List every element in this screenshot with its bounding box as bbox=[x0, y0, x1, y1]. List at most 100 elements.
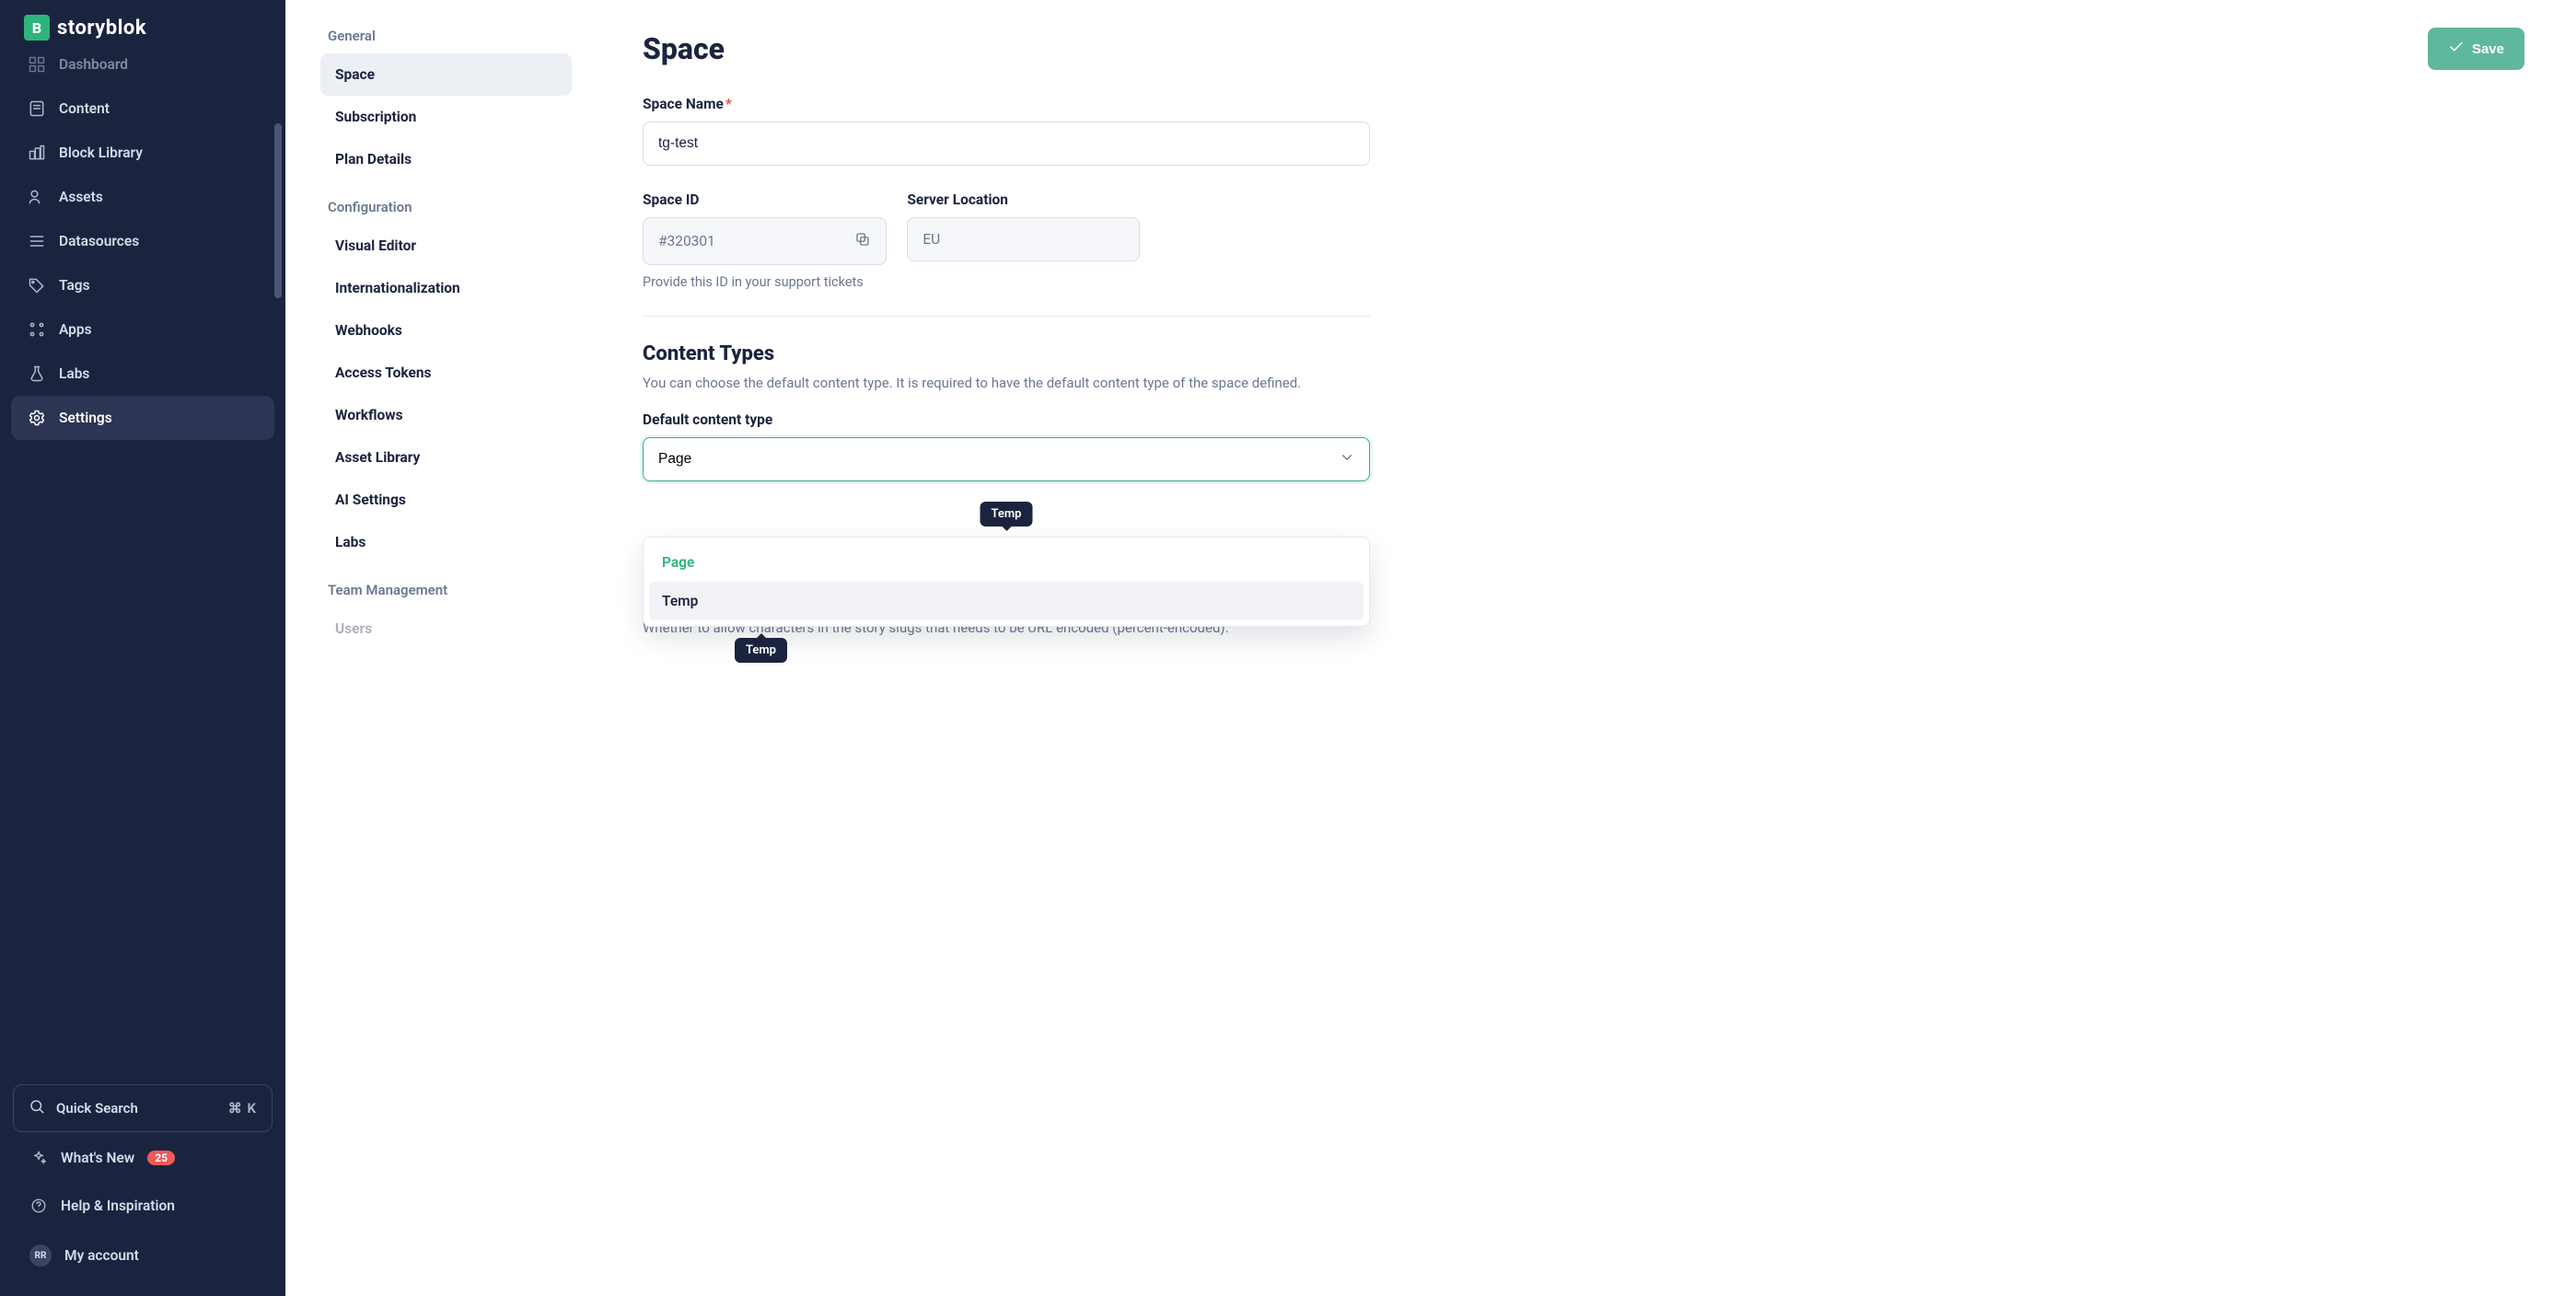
space-name-label: Space Name* bbox=[643, 96, 1370, 112]
search-icon bbox=[29, 1098, 45, 1118]
dashboard-icon bbox=[28, 55, 46, 74]
sidebar-item-content[interactable]: Content bbox=[11, 87, 274, 131]
dropdown-option-temp[interactable]: Temp bbox=[649, 582, 1363, 620]
subnav-group-label: General bbox=[320, 24, 572, 53]
subnav-group-label: Team Management bbox=[320, 563, 572, 608]
space-name-input[interactable] bbox=[643, 122, 1370, 166]
quick-search-shortcut: ⌘ K bbox=[228, 1100, 257, 1117]
server-location-label: Server Location bbox=[907, 191, 1140, 208]
tooltip-temp-top: Temp bbox=[981, 502, 1033, 526]
subnav-item-internationalization[interactable]: Internationalization bbox=[320, 267, 572, 309]
field-server-location: Server Location EU bbox=[907, 191, 1140, 290]
sidebar-item-label: Apps bbox=[59, 321, 92, 338]
datasources-icon bbox=[28, 232, 46, 250]
main-panel: Space Save Space Name* Space ID #320301 … bbox=[598, 0, 2576, 1296]
settings-icon bbox=[28, 409, 46, 427]
tags-icon bbox=[28, 276, 46, 295]
sidebar-item-label: Content bbox=[59, 100, 110, 117]
blocks-icon bbox=[28, 144, 46, 162]
primary-sidebar: B storyblok Dashboard Content bbox=[0, 0, 285, 1296]
whats-new-label: What's New bbox=[61, 1150, 134, 1166]
default-content-type-label: Default content type bbox=[643, 411, 1370, 428]
subnav-item-asset-library[interactable]: Asset Library bbox=[320, 436, 572, 479]
sidebar-item-assets[interactable]: Assets bbox=[11, 175, 274, 219]
space-id-label: Space ID bbox=[643, 191, 887, 208]
subnav-item-webhooks[interactable]: Webhooks bbox=[320, 309, 572, 352]
subnav-item-subscription[interactable]: Subscription bbox=[320, 96, 572, 138]
subnav-group-label: Configuration bbox=[320, 180, 572, 225]
labs-icon bbox=[28, 364, 46, 383]
save-button-label: Save bbox=[2472, 41, 2504, 57]
server-location-text: EU bbox=[922, 231, 940, 248]
default-content-type-combo: Temp Page Temp Temp bbox=[643, 437, 1370, 481]
page-title: Space bbox=[643, 31, 2428, 66]
sidebar-item-tags[interactable]: Tags bbox=[11, 263, 274, 307]
sidebar-scrollbar-thumb[interactable] bbox=[274, 123, 282, 298]
subnav-item-access-tokens[interactable]: Access Tokens bbox=[320, 352, 572, 394]
sidebar-item-label: Block Library bbox=[59, 145, 143, 161]
content-types-title: Content Types bbox=[643, 342, 2524, 365]
subnav-item-ai-settings[interactable]: AI Settings bbox=[320, 479, 572, 521]
tooltip-temp-bottom: Temp bbox=[735, 638, 787, 663]
sidebar-item-label: Settings bbox=[59, 410, 112, 426]
logo-mark-icon: B bbox=[24, 15, 50, 40]
whats-new-badge: 25 bbox=[147, 1151, 175, 1165]
space-id-value: #320301 bbox=[643, 217, 887, 265]
copy-icon[interactable] bbox=[854, 231, 871, 251]
sidebar-scrollbar[interactable] bbox=[274, 103, 282, 839]
avatar: RR bbox=[29, 1244, 52, 1267]
server-location-value: EU bbox=[907, 217, 1140, 261]
field-space-name: Space Name* bbox=[643, 96, 1370, 166]
sidebar-item-label: Assets bbox=[59, 189, 103, 205]
sidebar-item-labs[interactable]: Labs bbox=[11, 352, 274, 396]
quick-search[interactable]: Quick Search ⌘ K bbox=[13, 1084, 273, 1132]
subnav-item-users[interactable]: Users bbox=[320, 608, 572, 650]
subnav-item-visual-editor[interactable]: Visual Editor bbox=[320, 225, 572, 267]
my-account-label: My account bbox=[64, 1247, 139, 1264]
space-id-text: #320301 bbox=[658, 233, 715, 249]
logo-type: storyblok bbox=[57, 17, 146, 40]
help-label: Help & Inspiration bbox=[61, 1198, 175, 1214]
row-space-id-location: Space ID #320301 Provide this ID in your… bbox=[643, 191, 1140, 290]
sidebar-bottom: Quick Search ⌘ K What's New 25 Help & In… bbox=[0, 1079, 285, 1296]
sidebar-item-block-library[interactable]: Block Library bbox=[11, 131, 274, 175]
content-types-desc: You can choose the default content type.… bbox=[643, 375, 1370, 391]
subnav-item-plan-details[interactable]: Plan Details bbox=[320, 138, 572, 180]
default-content-type-input[interactable] bbox=[643, 437, 1370, 481]
sidebar-item-label: Tags bbox=[59, 277, 90, 294]
my-account[interactable]: RR My account bbox=[13, 1232, 273, 1279]
sidebar-item-label: Dashboard bbox=[59, 56, 128, 73]
sidebar-item-apps[interactable]: Apps bbox=[11, 307, 274, 352]
space-name-label-text: Space Name bbox=[643, 96, 724, 112]
section-divider bbox=[643, 316, 1370, 317]
required-marker: * bbox=[725, 96, 732, 112]
sidebar-item-label: Datasources bbox=[59, 233, 139, 249]
field-default-content-type: Default content type Temp Page Temp Temp bbox=[643, 411, 1370, 481]
content-icon bbox=[28, 99, 46, 118]
assets-icon bbox=[28, 188, 46, 206]
sparkle-icon bbox=[29, 1149, 48, 1167]
help-inspiration[interactable]: Help & Inspiration bbox=[13, 1184, 273, 1228]
check-icon bbox=[2448, 39, 2465, 59]
nav-list: Dashboard Content Block Library Assets bbox=[0, 50, 285, 446]
sidebar-item-datasources[interactable]: Datasources bbox=[11, 219, 274, 263]
sidebar-item-label: Labs bbox=[59, 365, 89, 382]
dropdown-option-page[interactable]: Page bbox=[649, 543, 1363, 582]
main-header: Space Save bbox=[643, 28, 2524, 70]
help-icon bbox=[29, 1197, 48, 1215]
save-button[interactable]: Save bbox=[2428, 28, 2524, 70]
nav-scroll: Dashboard Content Block Library Assets bbox=[0, 50, 285, 1079]
subnav-item-space[interactable]: Space bbox=[320, 53, 572, 96]
apps-icon bbox=[28, 320, 46, 339]
whats-new[interactable]: What's New 25 bbox=[13, 1136, 273, 1180]
field-space-id: Space ID #320301 Provide this ID in your… bbox=[643, 191, 887, 290]
subnav-item-labs[interactable]: Labs bbox=[320, 521, 572, 563]
quick-search-label: Quick Search bbox=[56, 1100, 138, 1117]
space-id-help: Provide this ID in your support tickets bbox=[643, 274, 887, 290]
sidebar-item-settings[interactable]: Settings bbox=[11, 396, 274, 440]
brand[interactable]: B storyblok bbox=[0, 0, 285, 50]
sidebar-item-dashboard[interactable]: Dashboard bbox=[11, 50, 274, 87]
content-type-dropdown: Page Temp bbox=[643, 537, 1370, 627]
settings-subnav: General Space Subscription Plan Details … bbox=[285, 0, 598, 1296]
subnav-item-workflows[interactable]: Workflows bbox=[320, 394, 572, 436]
